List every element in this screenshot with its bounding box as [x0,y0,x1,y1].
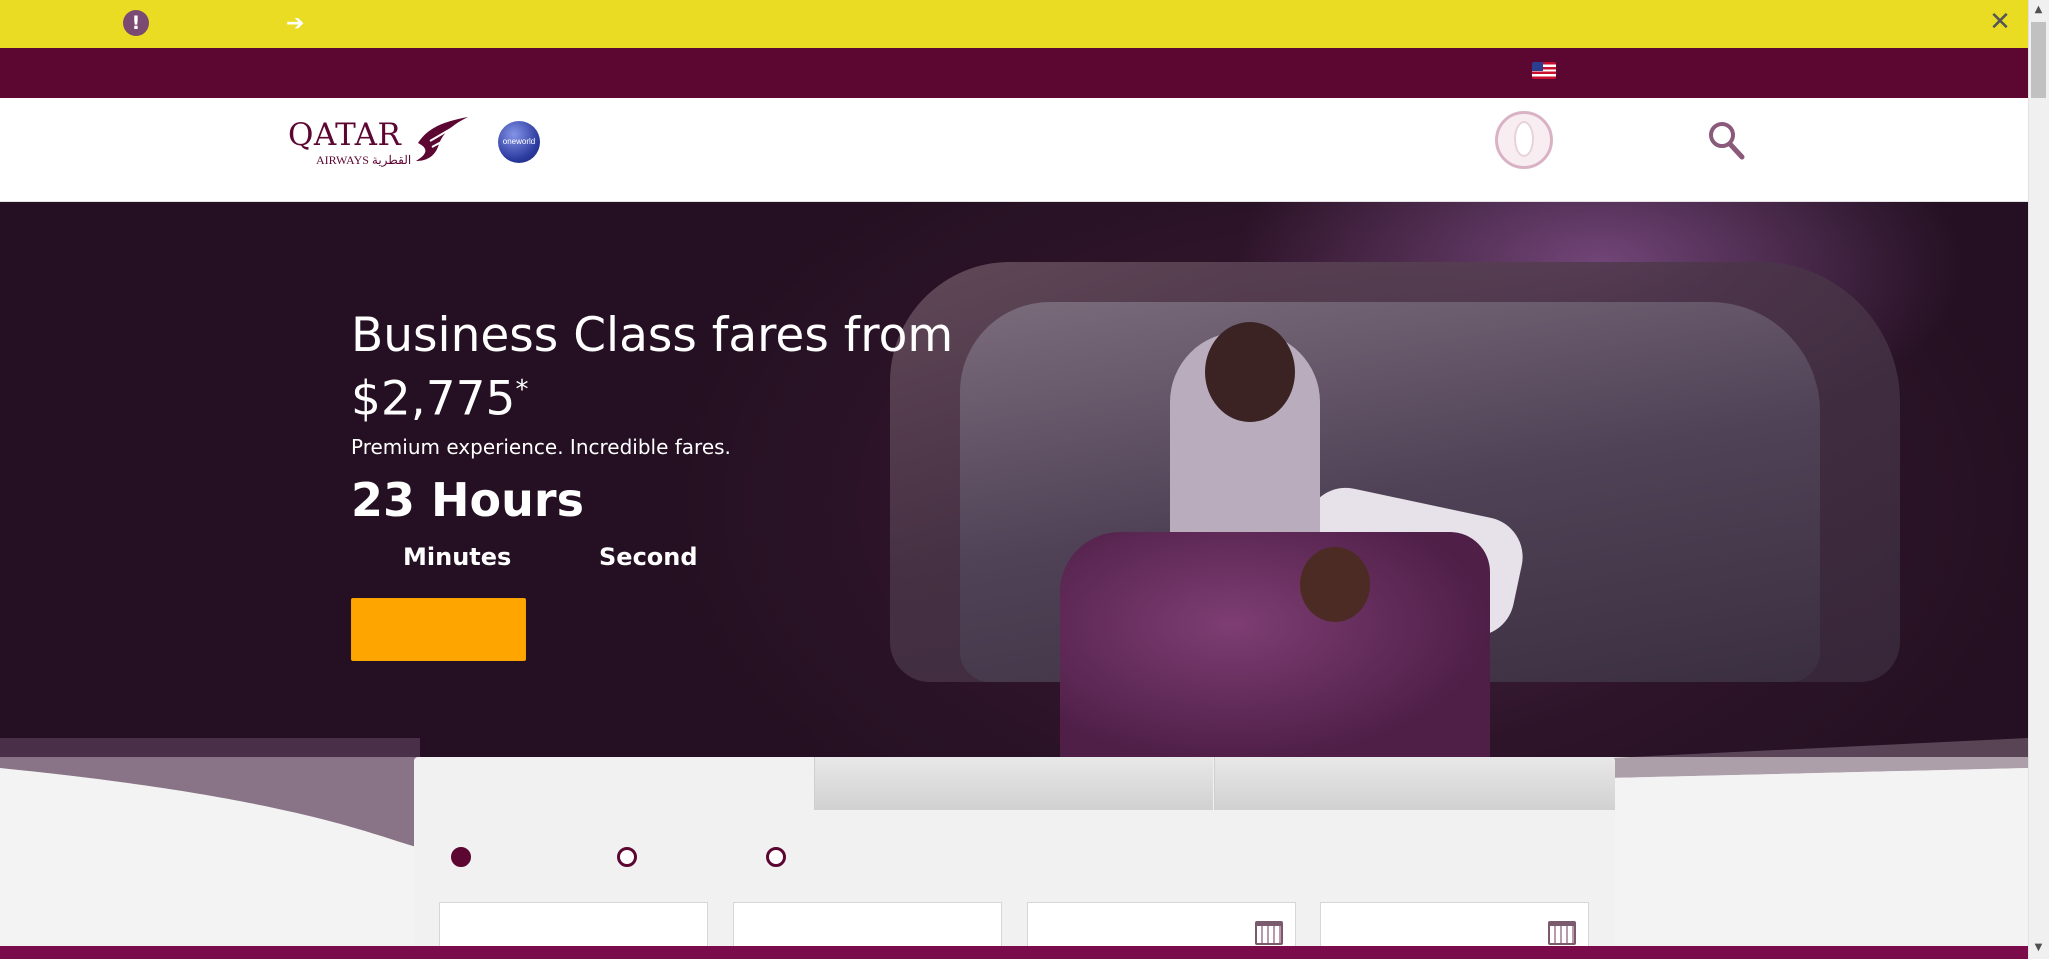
scrollbar-thumb[interactable] [2031,22,2046,98]
tab-manage-booking[interactable] [814,757,1213,810]
hero-title: Business Class fares from $2,775* [351,308,991,427]
countdown-minutes-label: Minutes [403,543,512,571]
trip-type-return-radio[interactable] [451,847,471,867]
logo-wordmark: QATAR [288,117,402,153]
hero-title-text: Business Class fares from $2,775 [351,308,954,427]
search-icon[interactable] [1706,119,1746,161]
trip-type-multicity-radio[interactable] [766,847,786,867]
hero-blanket [1060,532,1490,757]
vertical-scrollbar[interactable] [2028,0,2049,959]
hero-banner [0,202,2028,757]
logo-subtitle: AIRWAYS القطرية [316,153,412,167]
tab-check-in[interactable] [1214,757,1615,810]
flag-canton [1532,62,1543,71]
calendar-icon[interactable] [1548,921,1576,945]
close-icon[interactable]: ✕ [1987,7,2013,37]
countdown-hours: 23 Hours [351,473,584,527]
oryx-icon [416,117,468,161]
scroll-down-arrow-icon[interactable]: ▼ [2031,941,2046,955]
countdown-second-label: Second [599,543,698,571]
from-field[interactable] [439,902,708,946]
hero-child [1300,547,1370,622]
us-flag-icon[interactable] [1532,62,1556,79]
hero-subtitle: Premium experience. Incredible fares. [351,435,731,459]
exclamation-icon: ! [123,10,149,36]
qatar-airways-logo[interactable]: QATAR AIRWAYS القطرية [288,117,468,169]
to-field[interactable] [733,902,1002,946]
utility-bar [0,48,2028,98]
hero-title-mark: * [515,375,529,405]
arrow-right-icon[interactable]: ➔ [286,11,310,37]
trip-type-oneway-radio[interactable] [617,847,637,867]
oneworld-logo[interactable]: oneworld [498,121,540,163]
book-now-button[interactable] [351,598,526,661]
footer-bar [0,946,2028,959]
calendar-icon[interactable] [1255,921,1283,945]
hero-mother-head [1205,322,1295,422]
user-silhouette-icon [1514,121,1534,157]
scroll-up-arrow-icon[interactable]: ▲ [2031,3,2046,17]
